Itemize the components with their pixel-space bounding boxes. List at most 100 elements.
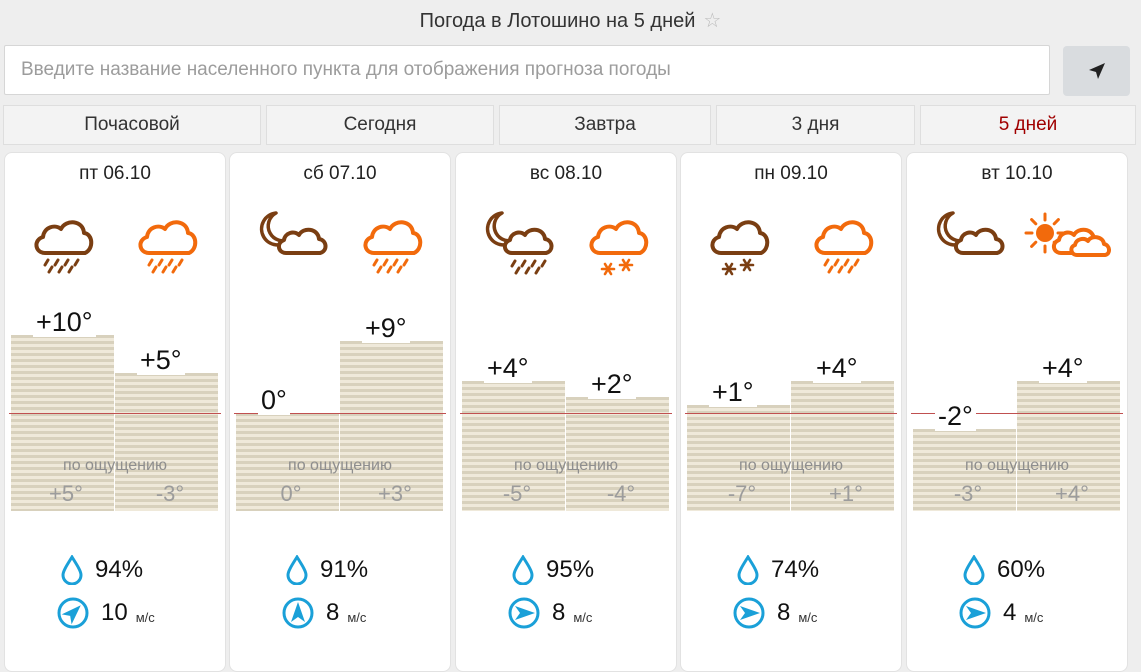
night-temp-label: +1° — [709, 377, 757, 407]
day-date: вт 10.10 — [981, 163, 1053, 184]
wind-row: 8 м/с — [282, 597, 366, 629]
day-date: пт 06.10 — [79, 163, 151, 184]
tab-hourly[interactable]: Почасовой — [3, 105, 261, 145]
search-input[interactable] — [4, 45, 1050, 95]
wind-speed-value: 8 — [777, 599, 791, 626]
day-feels-like: -4° — [606, 481, 636, 506]
tab-today[interactable]: Сегодня — [266, 105, 494, 145]
night-weather-icon-wrap — [482, 209, 562, 279]
day-date: вс 08.10 — [529, 163, 603, 184]
wind-speed-unit: м/с — [798, 609, 818, 625]
day-card: вт 10.10 -2° +4° по ощущению -3° +4° 60% 4 м/… — [906, 152, 1128, 672]
day-temp-label: +4° — [813, 353, 861, 383]
day-feels-like: -3° — [155, 481, 185, 506]
day-temp-label: +2° — [588, 369, 636, 399]
feels-like-label: по ощущению — [739, 457, 843, 474]
cloud-rain-day-icon — [814, 220, 874, 274]
day-weather-icon-wrap — [1024, 209, 1117, 279]
day-card: пт 06.10 +10° +5° по ощущению +5° -3° 94% 10… — [4, 152, 226, 672]
wind-row: 8 м/с — [508, 597, 592, 629]
humidity-value: 60% — [997, 556, 1046, 583]
night-weather-icon-wrap — [31, 209, 101, 279]
humidity-value: 94% — [95, 556, 144, 583]
wind-direction-icon — [57, 597, 89, 629]
day-card: сб 07.10 0° +9° по ощущению 0° +3° 91% 8 м/с — [229, 152, 451, 672]
night-feels-like: -5° — [502, 481, 532, 506]
wind-direction-icon — [959, 597, 991, 629]
wind-speed-value: 8 — [552, 599, 566, 626]
night-temp-label: +4° — [484, 353, 532, 383]
night-temp-label: 0° — [258, 385, 290, 415]
feels-like-label: по ощущению — [63, 457, 167, 474]
feels-like-label: по ощущению — [514, 457, 618, 474]
cloud-snow-day-icon — [589, 220, 649, 276]
wind-direction-icon — [733, 597, 765, 629]
day-weather-icon-wrap — [360, 209, 430, 279]
tab-label: Почасовой — [84, 114, 180, 135]
tab-label: Сегодня — [343, 114, 417, 135]
wind-speed-unit: м/с — [1024, 609, 1044, 625]
moon-cloud-icon — [936, 211, 1005, 255]
forecast-tabs: Почасовой Сегодня Завтра 3 дня 5 дней — [0, 105, 1141, 145]
cloud-rain-day-icon — [138, 220, 198, 274]
tab-label: Завтра — [574, 114, 636, 135]
humidity-row: 95% — [512, 555, 594, 585]
tab-tomorrow[interactable]: Завтра — [499, 105, 711, 145]
day-card: вс 08.10 +4° +2° по ощущению -5° -4° 95% 8 м/… — [455, 152, 677, 672]
wind-direction-icon — [508, 597, 540, 629]
humidity-row: 91% — [286, 555, 368, 585]
humidity-drop-icon — [512, 555, 534, 585]
wind-speed-value: 8 — [326, 599, 340, 626]
wind-row: 10 м/с — [57, 597, 155, 629]
day-weather-icon-wrap — [135, 209, 205, 279]
wind-speed-unit: м/с — [347, 609, 367, 625]
feels-like-label: по ощущению — [965, 457, 1069, 474]
humidity-drop-icon — [963, 555, 985, 585]
night-feels-like: -7° — [727, 481, 757, 506]
night-feels-like: -3° — [953, 481, 983, 506]
night-weather-icon-wrap — [933, 209, 1013, 279]
humidity-row: 74% — [737, 555, 819, 585]
wind-speed-value: 10 — [101, 599, 128, 626]
feels-like-label: по ощущению — [288, 457, 392, 474]
wind-direction-icon — [282, 597, 314, 629]
wind-speed-unit: м/с — [573, 609, 593, 625]
wind-speed-value: 4 — [1003, 599, 1017, 626]
day-card: пн 09.10 +1° +4° по ощущению -7° +1° 74% 8 м/… — [680, 152, 902, 672]
locate-button[interactable] — [1063, 46, 1130, 96]
wind-row: 4 м/с — [959, 597, 1043, 629]
cloud-rain-day-icon — [363, 220, 423, 274]
day-feels-like: +4° — [1055, 481, 1089, 506]
cloud-rain-night-icon — [34, 220, 94, 274]
zero-line — [685, 413, 897, 414]
day-feels-like: +3° — [378, 481, 412, 506]
day-temp-label: +4° — [1039, 353, 1087, 383]
moon-cloud-rain-icon — [485, 211, 554, 275]
moon-cloud-icon — [259, 211, 328, 255]
day-weather-icon-wrap — [586, 209, 656, 279]
day-feels-like: +1° — [829, 481, 863, 506]
day-date: пн 09.10 — [754, 163, 828, 184]
night-weather-icon-wrap — [256, 209, 336, 279]
humidity-row: 60% — [963, 555, 1045, 585]
zero-line — [9, 413, 221, 414]
humidity-value: 91% — [320, 556, 369, 583]
wind-row: 8 м/с — [733, 597, 817, 629]
cloud-snow-night-icon — [710, 220, 770, 276]
humidity-drop-icon — [61, 555, 83, 585]
day-temp-label: +9° — [362, 313, 410, 343]
night-temp-label: +10° — [33, 307, 96, 337]
star-outline-icon[interactable]: ☆ — [703, 10, 721, 32]
day-temp-label: +5° — [137, 345, 185, 375]
night-weather-icon-wrap — [707, 209, 777, 279]
tab-5-days[interactable]: 5 дней — [920, 105, 1136, 145]
zero-line — [460, 413, 672, 414]
night-temp-label: -2° — [935, 401, 976, 431]
tab-3-days[interactable]: 3 дня — [716, 105, 915, 145]
humidity-drop-icon — [286, 555, 308, 585]
page-title-text: Погода в Лотошино на 5 дней — [419, 10, 696, 32]
night-feels-like: 0° — [280, 481, 302, 506]
page-title: Погода в Лотошино на 5 дней ☆ — [0, 8, 1141, 33]
night-feels-like: +5° — [49, 481, 83, 506]
tab-label: 5 дней — [998, 114, 1058, 135]
